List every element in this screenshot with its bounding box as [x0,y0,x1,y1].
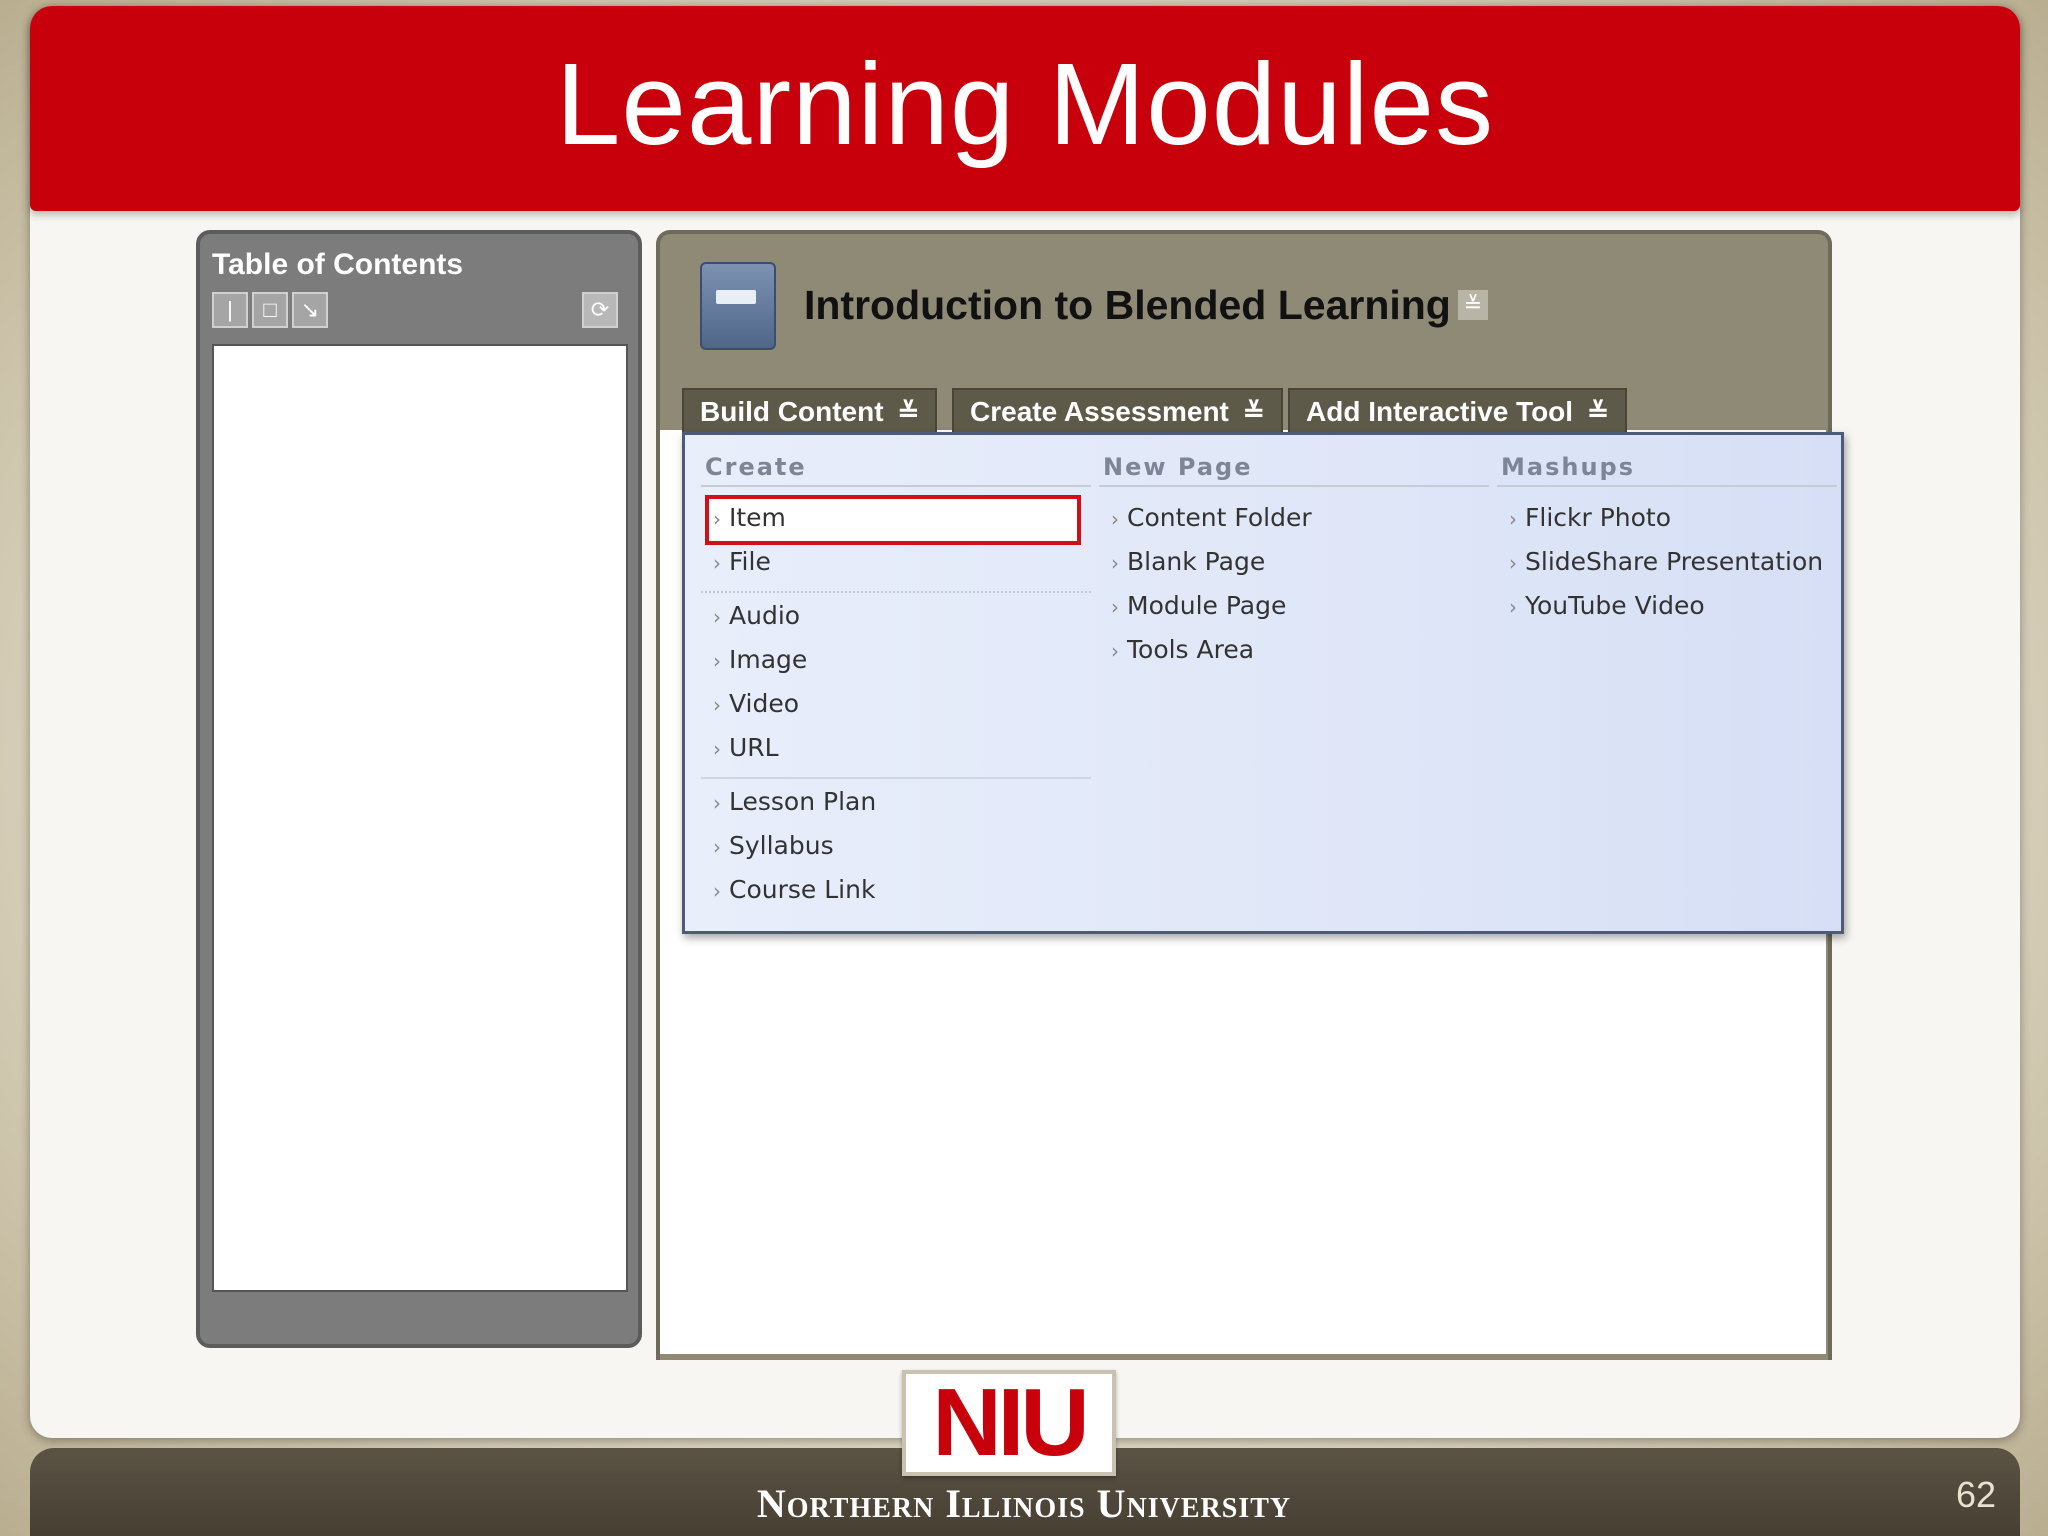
university-name: Northern Illinois University [756,1481,1292,1526]
arrow-right-icon: › [1111,639,1119,663]
menu-item-course-link[interactable]: › Course Link [713,875,875,904]
mashups-header: Mashups [1501,453,1635,481]
menu-item-label: SlideShare Presentation [1525,547,1824,576]
chevron-down-icon: ≚ [897,397,920,427]
arrow-right-icon: › [713,605,721,629]
create-rule [701,485,1091,487]
logo-text: NIU [932,1369,1089,1476]
menu-item-label: Module Page [1127,591,1287,620]
menu-item-slideshare-presentation[interactable]: › SlideShare Presentation [1509,547,1823,576]
arrow-right-icon: › [1111,595,1119,619]
menu-item-label: Video [729,689,800,718]
menu-item-label: Blank Page [1127,547,1266,576]
menu-item-image[interactable]: › Image [713,645,807,674]
arrow-right-icon: › [1509,551,1517,575]
tab-create-assessment[interactable]: Create Assessment ≚ [952,388,1283,434]
menu-item-label: File [729,547,771,576]
menu-item-content-folder[interactable]: › Content Folder [1111,503,1312,532]
arrow-right-icon: › [1111,507,1119,531]
arrow-icon[interactable]: ↘ [292,292,328,328]
arrow-right-icon: › [1111,551,1119,575]
menu-item-audio[interactable]: › Audio [713,601,800,630]
arrow-right-icon: › [713,879,721,903]
tab-add-interactive-tool[interactable]: Add Interactive Tool ≚ [1288,388,1627,434]
menu-item-module-page[interactable]: › Module Page [1111,591,1286,620]
menu-item-label: Audio [729,601,801,630]
refresh-glyph: ⟳ [590,297,610,322]
menu-item-item[interactable]: › Item [713,503,786,532]
menu-item-label: Tools Area [1127,635,1255,664]
title-bar: Learning Modules [30,6,2020,211]
menu-item-file[interactable]: › File [713,547,771,576]
refresh-icon[interactable]: ⟳ [582,292,618,328]
menu-item-label: Content Folder [1127,503,1312,532]
menu-item-label: Course Link [729,875,876,904]
niu-logo: NIU [902,1370,1116,1476]
toc-panel: Table of Contents | □ ↘ ⟳ [196,230,642,1348]
notebook-icon [700,262,776,350]
arrow-right-icon: › [713,835,721,859]
mashups-rule [1497,485,1837,487]
separator [701,777,1091,779]
expand-icon[interactable]: | [212,292,248,328]
separator [701,591,1091,593]
menu-item-label: Image [729,645,808,674]
menu-item-label: Item [729,503,786,532]
expand-glyph: | [227,297,233,322]
menu-item-label: Lesson Plan [729,787,877,816]
slide-title: Learning Modules [555,38,1495,169]
menu-item-label: Flickr Photo [1525,503,1672,532]
tab-label: Create Assessment [970,396,1229,427]
arrow-right-icon: › [713,693,721,717]
new-page-rule [1099,485,1489,487]
menu-item-video[interactable]: › Video [713,689,799,718]
arrow-right-icon: › [713,507,721,531]
menu-item-url[interactable]: › URL [713,733,779,762]
tab-label: Build Content [700,396,884,427]
arrow-right-icon: › [713,791,721,815]
menu-item-tools-area[interactable]: › Tools Area [1111,635,1254,664]
menu-item-label: URL [729,733,779,762]
page-number: 62 [1955,1474,1996,1515]
arrow-right-icon: › [713,649,721,673]
menu-item-lesson-plan[interactable]: › Lesson Plan [713,787,876,816]
chevron-down-icon: ≚ [1587,397,1609,427]
menu-item-label: YouTube Video [1525,591,1705,620]
menu-item-flickr-photo[interactable]: › Flickr Photo [1509,503,1671,532]
build-content-dropdown: Create › Item › File › Audio › Image › Video … [682,432,1844,934]
chevron-down-icon: ≚ [1242,397,1265,427]
course-title: Introduction to Blended Learning [804,282,1451,328]
menu-item-blank-page[interactable]: › Blank Page [1111,547,1265,576]
arrow-right-icon: › [713,551,721,575]
arrow-right-icon: › [1509,507,1517,531]
toc-body [212,344,628,1292]
tab-build-content[interactable]: Build Content ≚ [682,388,938,434]
tab-label: Add Interactive Tool [1306,396,1574,427]
new-page-header: New Page [1103,453,1253,481]
menu-item-label: Syllabus [729,831,834,860]
arrow-right-icon: › [1509,595,1517,619]
arrow-right-icon: › [713,737,721,761]
create-header: Create [705,453,807,481]
menu-item-youtube-video[interactable]: › YouTube Video [1509,591,1705,620]
collapse-icon[interactable]: □ [252,292,288,328]
course-menu-chevron-icon[interactable]: ≚ [1458,290,1488,320]
arrow-glyph: ↘ [300,297,320,322]
menu-item-syllabus[interactable]: › Syllabus [713,831,834,860]
toc-title: Table of Contents [212,248,464,281]
collapse-glyph: □ [263,297,277,322]
